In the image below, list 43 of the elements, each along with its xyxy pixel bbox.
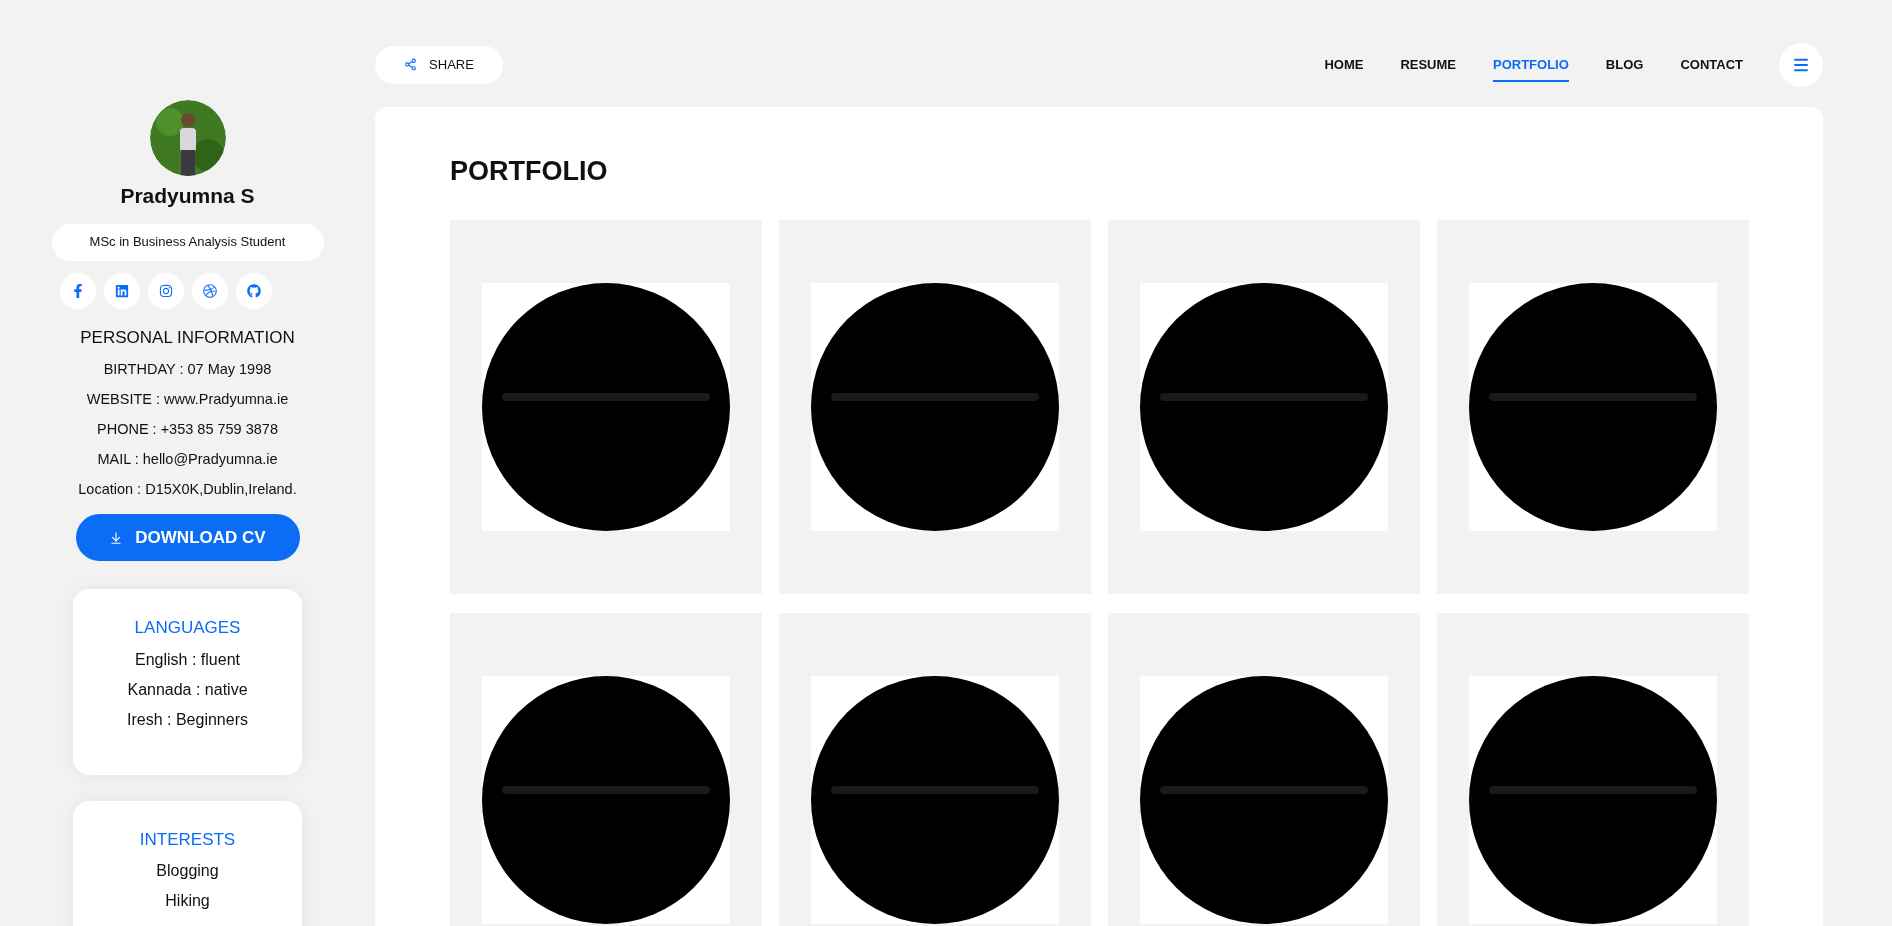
section-heading: PERSONAL INFORMATION (80, 326, 295, 349)
info-line: PHONE : +353 85 759 3878 (97, 420, 278, 439)
share-icon (404, 58, 418, 71)
facebook-button[interactable] (59, 272, 96, 309)
project-tile[interactable] (779, 612, 1091, 926)
info-line: WEBSITE : www.Pradyumna.ie (86, 390, 289, 409)
menu-button[interactable] (1779, 42, 1823, 87)
card-item: Hiking (165, 891, 210, 911)
card-item: Blogging (156, 861, 219, 881)
project-tile[interactable] (450, 612, 762, 926)
nav-link[interactable]: PORTFOLIO (1493, 46, 1569, 83)
download-cv-button[interactable]: DOWNLOAD CV (75, 514, 300, 561)
dribbble-button[interactable] (191, 272, 228, 309)
linkedin-icon (114, 283, 129, 298)
card-heading: LANGUAGES (134, 617, 241, 639)
github-button[interactable] (235, 272, 272, 309)
nav-link[interactable]: RESUME (1400, 46, 1456, 83)
project-tile[interactable] (1437, 219, 1749, 594)
share-button[interactable]: SHARE (375, 45, 503, 84)
info-line: MAIL : hello@Pradyumna.ie (97, 450, 278, 469)
linkedin-button[interactable] (103, 272, 140, 309)
dribbble-icon (202, 283, 217, 298)
page-heading: PORTFOLIO (450, 155, 609, 188)
info-line: BIRTHDAY : 07 May 1998 (103, 360, 272, 379)
project-tile[interactable] (1108, 219, 1420, 594)
card-item: English : fluent (135, 649, 240, 670)
instagram-button[interactable] (147, 272, 184, 309)
project-tile[interactable] (1108, 612, 1420, 926)
project-tile[interactable] (779, 219, 1091, 594)
instagram-icon (158, 283, 173, 298)
card-item: Iresh : Beginners (127, 709, 248, 730)
card-heading: INTERESTS (139, 828, 236, 851)
github-icon (246, 283, 261, 298)
nav-link[interactable]: HOME (1324, 46, 1364, 83)
download-icon (109, 530, 124, 545)
profile-title: MSc in Business Analysis Student (51, 223, 324, 261)
info-line: Location : D15X0K,Dublin,Ireland. (78, 480, 297, 499)
project-tile[interactable] (450, 219, 762, 594)
project-tile[interactable] (1437, 612, 1749, 926)
profile-name: Pradyumna S (120, 183, 255, 209)
nav-link[interactable]: CONTACT (1680, 46, 1743, 83)
nav-link[interactable]: BLOG (1605, 46, 1644, 83)
card-item: Kannada : native (127, 679, 248, 700)
